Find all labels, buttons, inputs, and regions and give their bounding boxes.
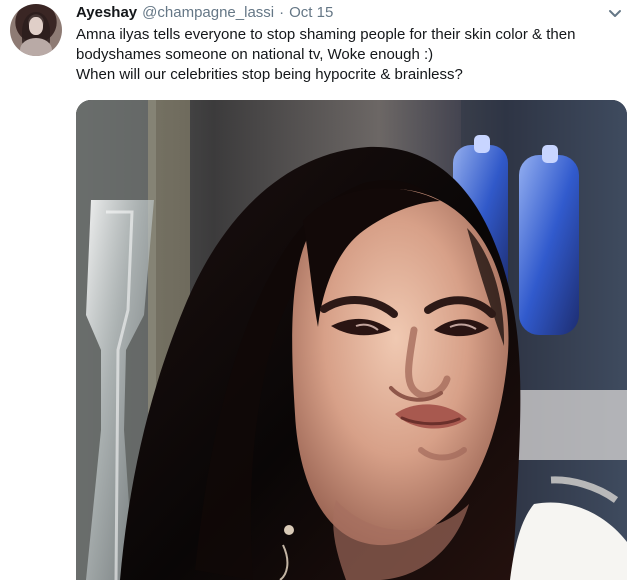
- separator-dot: ·: [279, 4, 285, 21]
- author-name[interactable]: Ayeshay: [76, 3, 137, 23]
- tweet-text-line: bodyshames someone on national tv, Woke …: [76, 46, 434, 63]
- reaction-photo: [76, 100, 627, 580]
- tweet-text-line: When will our celebrities stop being hyp…: [76, 66, 463, 83]
- tweet-date[interactable]: Oct 15: [289, 3, 333, 23]
- tweet-text: Amna ilyas tells everyone to stop shamin…: [76, 25, 632, 85]
- avatar-body: [20, 38, 52, 56]
- avatar[interactable]: [10, 4, 62, 56]
- avatar-face: [29, 17, 43, 35]
- chevron-down-icon[interactable]: [606, 6, 624, 20]
- tweet-image[interactable]: [76, 100, 627, 580]
- author-handle[interactable]: @champagne_lassi: [142, 3, 274, 23]
- tweet-header: Ayeshay @champagne_lassi · Oct 15: [76, 3, 333, 25]
- tweet-text-line: Amna ilyas tells everyone to stop shamin…: [76, 26, 576, 43]
- tweet: Ayeshay @champagne_lassi · Oct 15 Amna i…: [0, 0, 640, 580]
